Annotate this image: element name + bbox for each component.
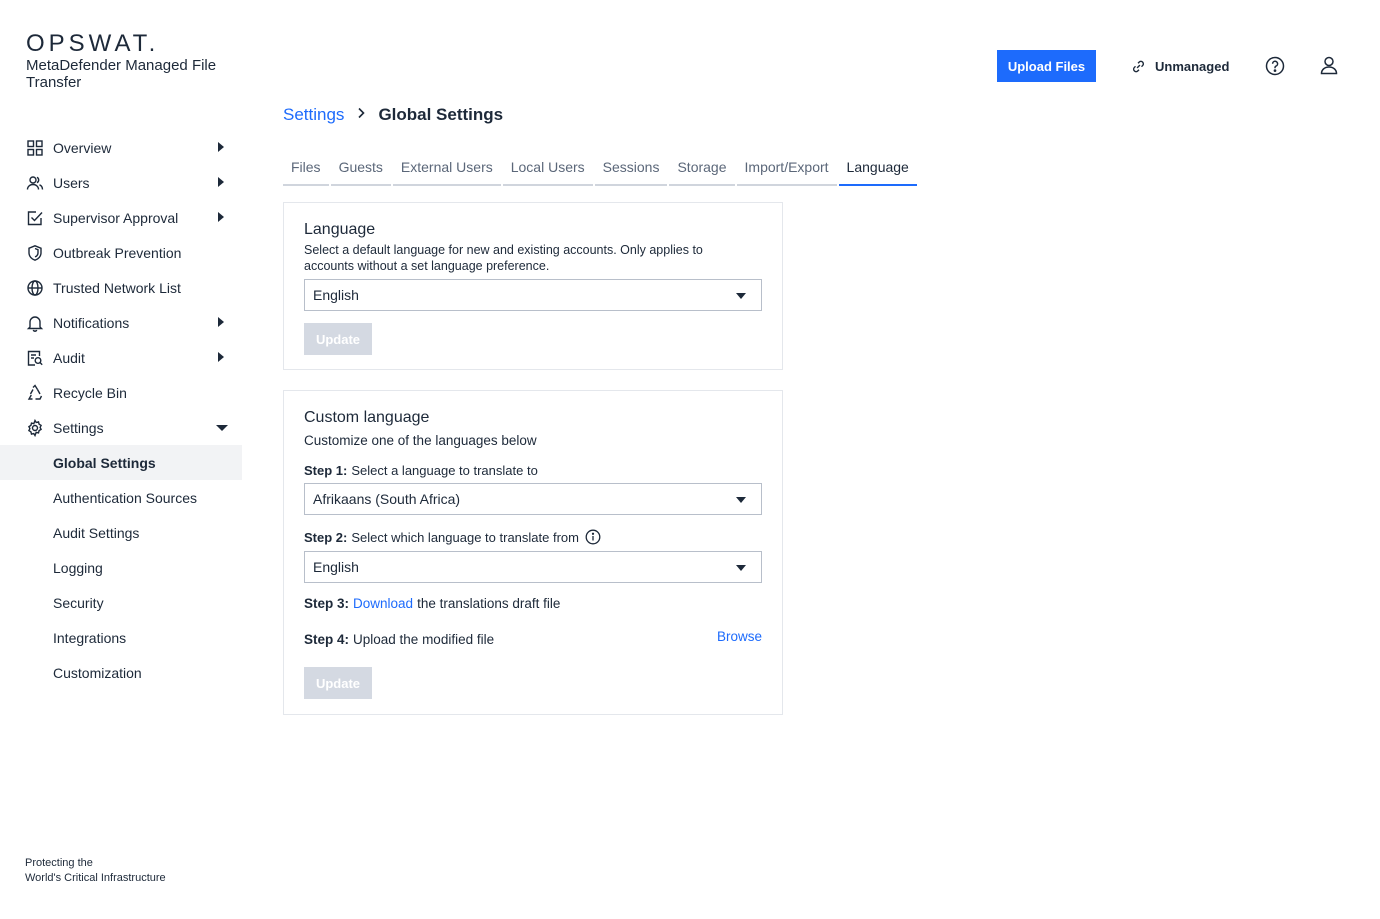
custom-language-description: Customize one of the languages below [304, 433, 537, 448]
translate-from-select[interactable]: English [304, 551, 762, 583]
language-panel: Language Select a default language for n… [283, 202, 783, 370]
unmanaged-label: Unmanaged [1155, 58, 1230, 74]
sidebar-subitem-authentication-sources[interactable]: Authentication Sources [0, 480, 242, 515]
tab-language[interactable]: Language [838, 150, 917, 186]
sidebar-item-label: Notifications [53, 314, 130, 331]
opswat-logo[interactable]: OPSWAT. [26, 30, 159, 58]
step3-number: Step 3: [304, 596, 350, 611]
sidebar-item-label: Recycle Bin [53, 384, 127, 401]
sidebar-subitem-global-settings[interactable]: Global Settings [0, 445, 242, 480]
tab-files[interactable]: Files [283, 150, 329, 186]
sidebar-subitem-security[interactable]: Security [0, 585, 242, 620]
tagline-line-1: Protecting the [25, 857, 93, 869]
tab-import-export[interactable]: Import/Export [736, 150, 837, 186]
sidebar-item-supervisor-approval[interactable]: Supervisor Approval [0, 200, 242, 235]
sidebar-nav: Overview Users Supervisor Approval Outbr… [0, 130, 242, 690]
default-language-value: English [313, 287, 359, 303]
footer-tagline: Protecting the World's Critical Infrastr… [25, 856, 166, 886]
sidebar-item-settings[interactable]: Settings [0, 410, 242, 445]
sidebar-item-notifications[interactable]: Notifications [0, 305, 242, 340]
help-icon[interactable] [1264, 55, 1286, 77]
audit-icon [26, 349, 44, 367]
users-icon [26, 174, 44, 192]
sidebar-subitem-audit-settings[interactable]: Audit Settings [0, 515, 242, 550]
step1-label: Step 1: Select a language to translate t… [304, 463, 538, 478]
custom-language-panel: Custom language Customize one of the lan… [283, 390, 783, 715]
default-language-select[interactable]: English [304, 279, 762, 311]
sidebar-item-label: Users [53, 174, 90, 191]
step1-number: Step 1: [304, 463, 348, 478]
product-name: MetaDefender Managed File Transfer [26, 57, 217, 91]
caret-right-icon [218, 142, 224, 152]
sidebar-item-label: Settings [53, 419, 104, 436]
tab-storage[interactable]: Storage [669, 150, 735, 186]
dropdown-arrow-icon [736, 293, 746, 299]
unmanaged-status-button[interactable]: Unmanaged [1131, 56, 1229, 76]
caret-down-icon [216, 425, 228, 431]
breadcrumb-settings-link[interactable]: Settings [283, 105, 344, 125]
breadcrumb: Settings Global Settings [283, 105, 503, 125]
sidebar-item-label: Overview [53, 139, 112, 156]
caret-right-icon [218, 212, 224, 222]
sidebar-subitem-customization[interactable]: Customization [0, 655, 242, 690]
sidebar-item-audit[interactable]: Audit [0, 340, 242, 375]
sidebar-item-users[interactable]: Users [0, 165, 242, 200]
step1-text: Select a language to translate to [351, 463, 538, 478]
sidebar-subitem-logging[interactable]: Logging [0, 550, 242, 585]
caret-right-icon [218, 177, 224, 187]
step2-label: Step 2: Select which language to transla… [304, 529, 601, 545]
upload-files-button[interactable]: Upload Files [997, 50, 1096, 82]
shield-icon [26, 244, 44, 262]
tab-sessions[interactable]: Sessions [594, 150, 668, 186]
approval-check-icon [26, 209, 44, 227]
caret-right-icon [218, 317, 224, 327]
download-link[interactable]: Download [353, 596, 413, 611]
dropdown-arrow-icon [736, 497, 746, 503]
dropdown-arrow-icon [736, 565, 746, 571]
info-icon[interactable] [585, 529, 601, 545]
grid-icon [26, 139, 44, 157]
sidebar: OPSWAT. MetaDefender Managed File Transf… [0, 0, 242, 919]
user-profile-icon[interactable] [1318, 54, 1340, 76]
step4-row: Step 4: Upload the modified file [304, 632, 494, 647]
tab-local-users[interactable]: Local Users [502, 150, 593, 186]
page-title: Global Settings [378, 105, 504, 124]
sidebar-item-label: Trusted Network List [53, 279, 181, 296]
step4-number: Step 4: [304, 632, 350, 647]
custom-language-update-button[interactable]: Update [304, 667, 372, 699]
translate-from-value: English [313, 559, 359, 575]
browse-link[interactable]: Browse [717, 629, 762, 644]
tab-guests[interactable]: Guests [330, 150, 391, 186]
sidebar-item-label: Supervisor Approval [53, 209, 179, 226]
link-icon [1131, 59, 1155, 74]
sidebar-subitem-integrations[interactable]: Integrations [0, 620, 242, 655]
step2-number: Step 2: [304, 529, 348, 545]
language-panel-title: Language [304, 221, 376, 238]
sidebar-item-outbreak-prevention[interactable]: Outbreak Prevention [0, 235, 242, 270]
tagline-line-2: World's Critical Infrastructure [25, 872, 166, 884]
step2-text: Select which language to translate from [351, 529, 579, 545]
language-panel-description: Select a default language for new and ex… [304, 243, 703, 273]
recycle-icon [26, 383, 44, 402]
caret-right-icon [218, 352, 224, 362]
sidebar-item-label: Outbreak Prevention [53, 244, 182, 261]
globe-icon [26, 279, 44, 297]
tab-external-users[interactable]: External Users [392, 150, 501, 186]
gear-icon [26, 418, 44, 437]
chevron-right-icon [356, 106, 366, 124]
language-update-button[interactable]: Update [304, 323, 372, 355]
step4-text: Upload the modified file [353, 632, 495, 647]
translate-to-value: Afrikaans (South Africa) [313, 491, 461, 507]
bell-icon [26, 314, 44, 332]
sidebar-item-label: Audit [53, 349, 85, 366]
translate-to-select[interactable]: Afrikaans (South Africa) [304, 483, 762, 515]
step3-text: the translations draft file [417, 596, 561, 611]
step3-row: Step 3: Download the translations draft … [304, 596, 560, 611]
sidebar-item-recycle-bin[interactable]: Recycle Bin [0, 375, 242, 410]
sidebar-item-trusted-network-list[interactable]: Trusted Network List [0, 270, 242, 305]
settings-tabs: Files Guests External Users Local Users … [283, 150, 919, 186]
custom-language-title: Custom language [304, 409, 430, 426]
sidebar-item-overview[interactable]: Overview [0, 130, 242, 165]
